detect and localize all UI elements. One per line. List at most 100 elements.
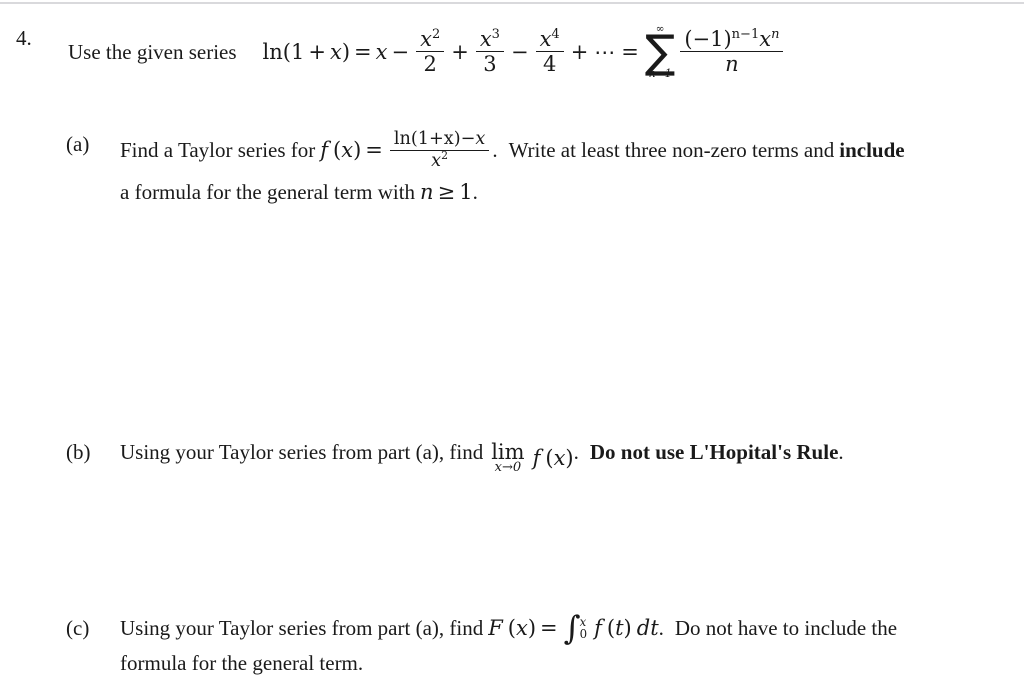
part-c-body: Using your Taylor series from part (a), … bbox=[120, 609, 1016, 678]
part-a-label: (a) bbox=[66, 132, 90, 156]
summand-fraction: (−1)n−1xn n bbox=[680, 28, 784, 77]
x-variable: x bbox=[553, 445, 566, 470]
ellipsis-symbol: ⋯ bbox=[594, 39, 616, 64]
plus-operator-2: + bbox=[570, 39, 589, 64]
part-a-line-1: Find a Taylor series for f(x) = ln(1+x)−… bbox=[120, 130, 1016, 171]
problem-4-prompt-text: Use the given series bbox=[68, 39, 237, 64]
minus-operator: − bbox=[460, 129, 476, 149]
paren-close: ) bbox=[623, 616, 632, 640]
exponent-2: 2 bbox=[431, 26, 441, 42]
minus-operator-2: − bbox=[510, 39, 529, 64]
fraction-x3-over-3: x3 3 bbox=[475, 28, 504, 77]
part-a-include-emphasis: include bbox=[839, 138, 905, 163]
x-variable: x bbox=[539, 26, 552, 51]
denominator: 4 bbox=[542, 52, 557, 77]
problem-4-body: Use the given series ln(1 + x) = x − x2 2 … bbox=[68, 24, 1016, 79]
part-c-period: . bbox=[658, 616, 664, 640]
f-function-name: f bbox=[532, 445, 541, 470]
part-c-label: (c) bbox=[66, 616, 90, 640]
part-a-period: . bbox=[492, 138, 498, 163]
part-c-line2-text: formula for the general term. bbox=[120, 651, 364, 676]
numerator: ln(1+x)−x bbox=[390, 130, 489, 149]
ln-function-name: ln bbox=[262, 39, 283, 64]
plus-operator: + bbox=[308, 39, 326, 64]
general-term-condition: n ≥1 bbox=[420, 178, 473, 206]
sigma-icon: ∑ bbox=[644, 24, 676, 78]
integral-icon: ∫ bbox=[563, 609, 581, 648]
part-a-body: Find a Taylor series for f(x) = ln(1+x)−… bbox=[120, 130, 1016, 206]
equals-operator: = bbox=[354, 39, 372, 64]
part-b-end-period: . bbox=[838, 440, 844, 464]
exponent-4: 4 bbox=[551, 26, 560, 42]
integral-bounds: x 0 bbox=[580, 616, 587, 639]
f-function-name: f bbox=[594, 616, 602, 640]
plus-operator-1: + bbox=[451, 39, 469, 64]
paren-open: ( bbox=[333, 138, 342, 163]
part-b-body: Using your Taylor series from part (a), … bbox=[120, 438, 1016, 475]
summation-lower-limit: n=1 bbox=[648, 66, 672, 80]
x-variable: x bbox=[341, 138, 354, 163]
one-literal: 1 bbox=[459, 179, 473, 204]
x-variable: x bbox=[479, 26, 492, 51]
x-variable: x bbox=[516, 616, 528, 640]
part-b-label: (b) bbox=[66, 440, 91, 464]
fraction-x4-over-4: x4 4 bbox=[535, 28, 564, 77]
denominator-n: n bbox=[725, 52, 739, 77]
minus-operator-1: − bbox=[391, 39, 410, 64]
numerator: x2 bbox=[416, 28, 444, 50]
part-c-instruction-text: Do not have to include the bbox=[674, 616, 898, 640]
x-variable: x bbox=[759, 26, 772, 51]
paren-open: ( bbox=[545, 445, 554, 470]
n-variable: n bbox=[420, 179, 434, 204]
part-a-line-2: a formula for the general term with n ≥1 … bbox=[120, 178, 1016, 206]
part-a-line2-text: a formula for the general term with bbox=[120, 179, 416, 204]
paren-close: ) bbox=[527, 616, 537, 640]
problem-number: 4. bbox=[16, 26, 32, 50]
part-a-instruction-text: Write at least three non-zero terms and bbox=[508, 138, 835, 163]
exponent-2: 2 bbox=[441, 149, 449, 163]
part-a-line2-period: . bbox=[472, 179, 478, 204]
greater-equal-operator: ≥ bbox=[437, 179, 456, 204]
paren-close: ) bbox=[353, 138, 362, 163]
term-1-x: x bbox=[375, 39, 388, 64]
top-divider-rule bbox=[0, 2, 1024, 4]
part-b-lhopital-warning: Do not use L'Hopital's Rule bbox=[589, 440, 839, 464]
t-variable: t bbox=[615, 616, 624, 640]
part-c-prompt-text: Using your Taylor series from part (a), … bbox=[120, 616, 484, 640]
equals-operator-2: = bbox=[621, 39, 639, 64]
given-series-equation: ln(1 + x) = x − x2 2 + x3 3 − x4 4 + ⋯ =… bbox=[263, 24, 787, 79]
equals-operator: = bbox=[540, 616, 558, 640]
x-variable: x bbox=[329, 39, 342, 64]
part-c-line-2: formula for the general term. bbox=[120, 649, 1016, 677]
integral-operator: ∫ x 0 bbox=[563, 609, 587, 648]
part-c-line-1: Using your Taylor series from part (a), … bbox=[120, 609, 1016, 648]
numerator: (−1)n−1xn bbox=[680, 28, 783, 50]
antiderivative-definition: F(x) = ∫ x 0 f(t) dt bbox=[488, 609, 659, 648]
differential-dt: dt bbox=[636, 616, 659, 640]
denominator: 2 bbox=[423, 52, 437, 77]
part-a-function-definition: f(x) = ln(1+x)−x x2 bbox=[320, 130, 492, 171]
ln-expression: ln(1+x) bbox=[393, 129, 461, 149]
one-literal: 1 bbox=[291, 39, 305, 64]
denominator: 3 bbox=[483, 52, 497, 77]
problem-4-stem-line: Use the given series ln(1 + x) = x − x2 2 … bbox=[68, 24, 1016, 79]
F-function-name: F bbox=[488, 616, 503, 640]
paren-open: ( bbox=[282, 39, 291, 64]
denominator: x2 bbox=[427, 149, 452, 172]
exponent-3: 3 bbox=[491, 26, 500, 42]
problem-4: 4. Use the given series ln(1 + x) = x − x2… bbox=[16, 24, 1016, 79]
summation-operator: ∞ ∑ n=1 bbox=[645, 24, 675, 79]
numerator: x3 bbox=[476, 28, 504, 50]
f-function-name: f bbox=[320, 138, 329, 163]
paren-open: ( bbox=[507, 616, 516, 640]
paren-open: ( bbox=[606, 616, 616, 640]
limit-subscript: x→0 bbox=[494, 460, 522, 476]
exponent-n: n bbox=[771, 26, 780, 42]
problem-part-c: (c) Using your Taylor series from part (… bbox=[66, 609, 1016, 678]
part-b-line-1: Using your Taylor series from part (a), … bbox=[120, 438, 1016, 475]
part-a-prompt-text: Find a Taylor series for bbox=[120, 138, 316, 163]
x-variable: x bbox=[431, 151, 442, 172]
x-variable: x bbox=[420, 26, 432, 51]
problem-part-a: (a) Find a Taylor series for f(x) = ln(1… bbox=[66, 130, 1016, 206]
numerator: x4 bbox=[536, 28, 564, 50]
